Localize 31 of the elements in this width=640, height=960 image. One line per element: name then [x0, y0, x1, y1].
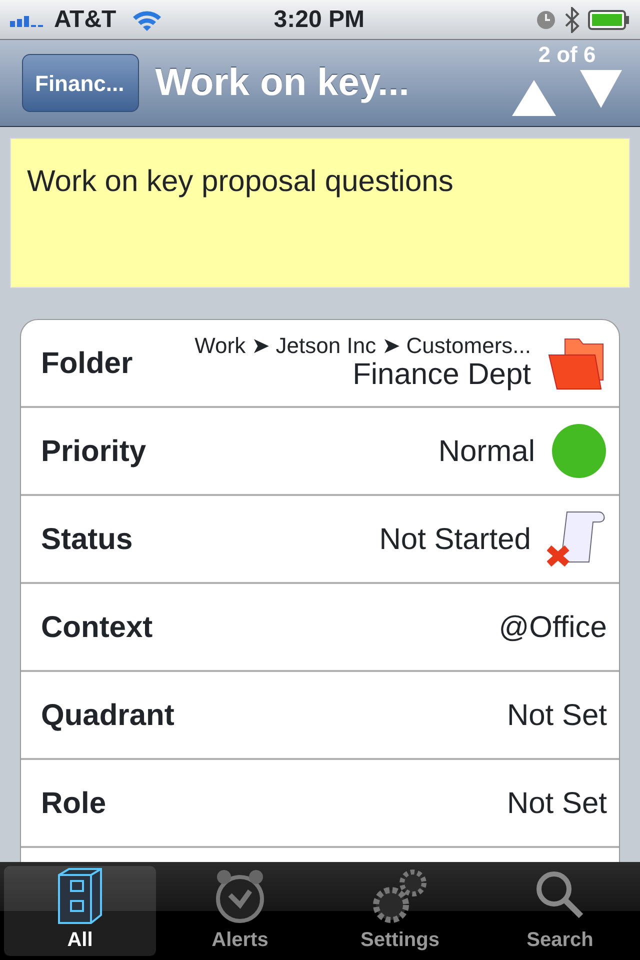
field-value: Normal: [438, 434, 535, 470]
field-label: Folder: [41, 346, 133, 382]
next-arrow-icon[interactable]: [580, 70, 622, 108]
field-value: @Office: [498, 610, 607, 646]
tab-button[interactable]: Search: [484, 866, 636, 956]
bluetooth-icon: [564, 6, 580, 32]
item-counter: 2 of 6: [538, 44, 596, 66]
field-value: Not Started: [379, 522, 531, 558]
field-label: Role: [41, 786, 106, 822]
cabinet-icon: [55, 867, 105, 925]
tab-button[interactable]: Settings: [324, 866, 476, 956]
nav-title: Work on key...: [155, 60, 410, 106]
task-note[interactable]: Work on key proposal questions: [10, 138, 630, 288]
folder-path: Work ➤ Jetson Inc ➤ Customers...: [194, 333, 531, 358]
field-value: Finance Dept: [352, 358, 531, 393]
previous-arrow-icon[interactable]: [512, 80, 556, 116]
field-value: Not Set: [506, 698, 607, 734]
back-button[interactable]: Financ...: [22, 54, 140, 112]
tab-button[interactable]: Alerts: [164, 866, 316, 956]
battery-icon: [588, 10, 630, 30]
wifi-icon: [132, 8, 162, 30]
clock-time: 3:20 PM: [272, 4, 366, 34]
alarm-icon: [536, 10, 556, 30]
tab-button[interactable]: All: [4, 866, 156, 956]
field-label: Priority: [41, 434, 146, 470]
alarm-clock-icon: [214, 867, 266, 925]
field-label: Quadrant: [41, 698, 174, 734]
field-label: Status: [41, 522, 133, 558]
carrier-name: AT&T: [54, 4, 116, 34]
field-label: Context: [41, 610, 153, 646]
field-value: Not Set: [506, 786, 607, 822]
